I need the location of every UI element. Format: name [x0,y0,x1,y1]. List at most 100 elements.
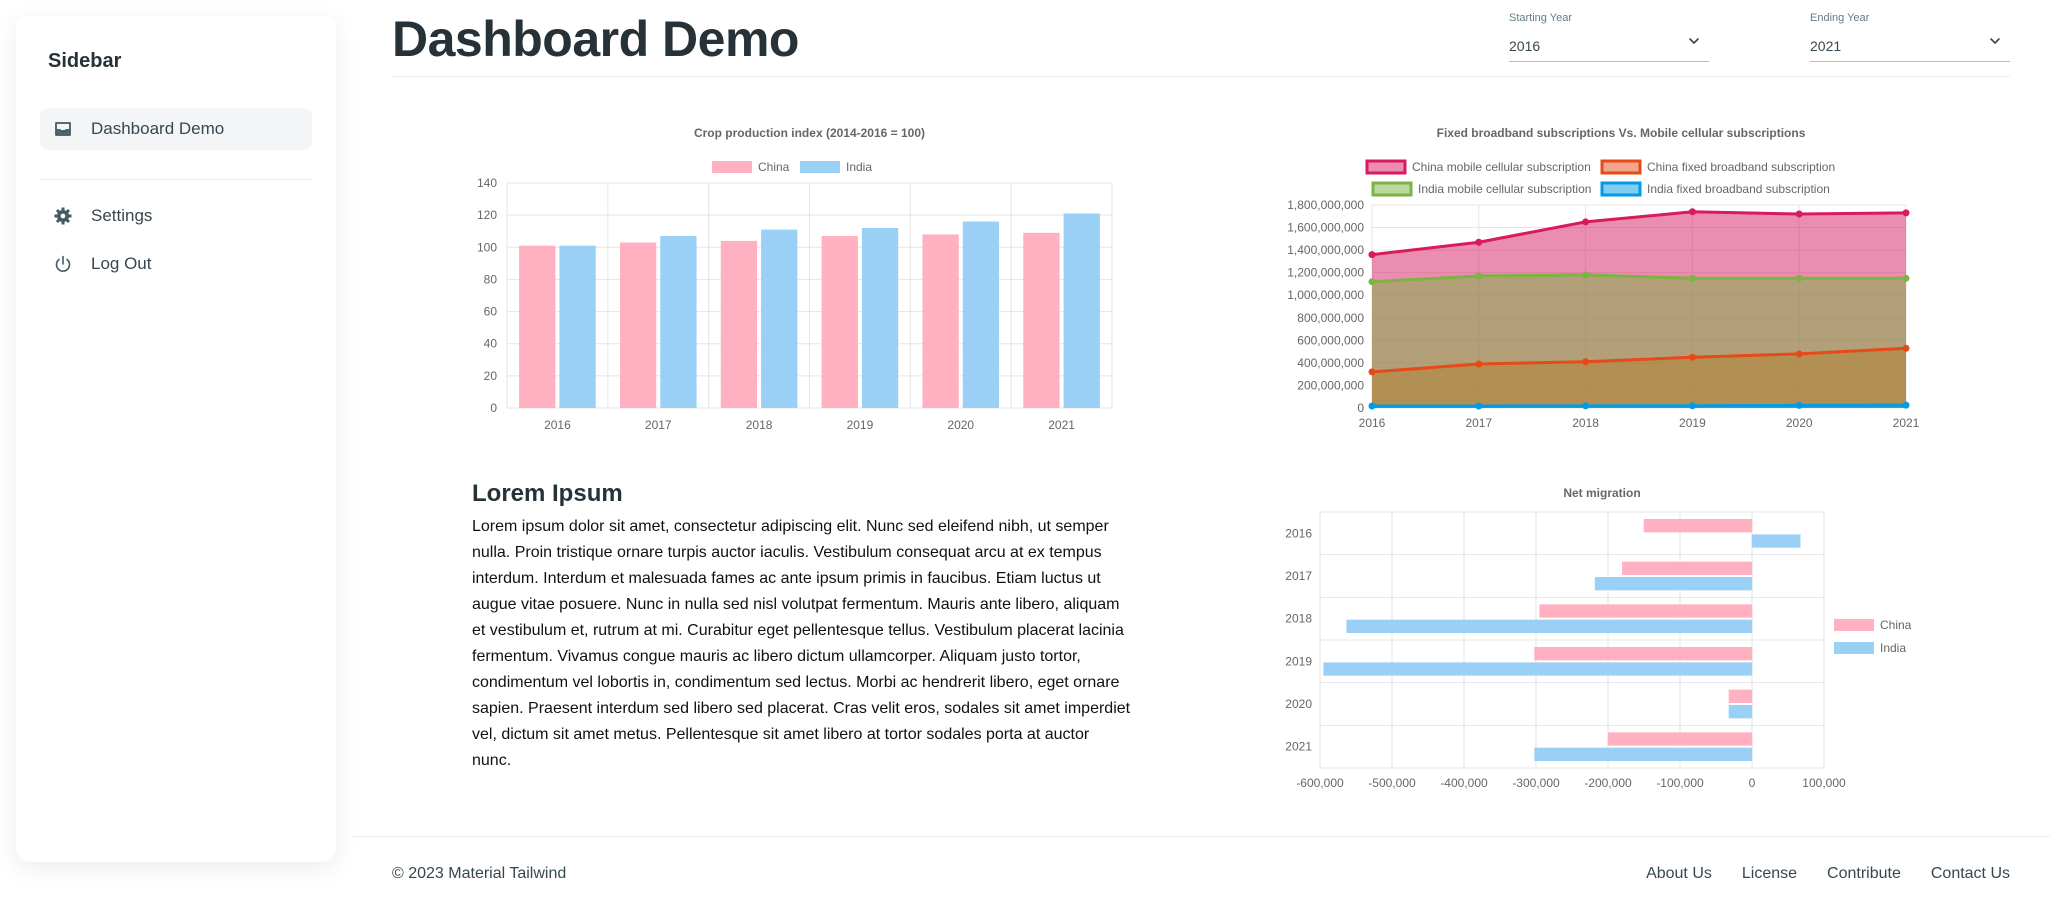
x-tick-label: 2020 [947,418,974,432]
crop-production-chart: Crop production index (2014-2016 = 100) C… [477,126,1113,432]
gear-icon [53,206,73,226]
starting-year-select[interactable]: Starting Year 2016 [1509,10,1709,62]
bar [1539,604,1753,618]
footer-link-license[interactable]: License [1742,865,1797,883]
y-tick-label: 40 [484,337,498,351]
y-tick-label: 0 [1357,401,1364,415]
bar [821,236,858,408]
bar [1607,732,1753,746]
y-tick-label: 2020 [1285,697,1312,711]
data-point [1368,402,1376,410]
y-tick-label: 1,200,000,000 [1287,266,1364,280]
x-tick-label: -200,000 [1584,776,1632,790]
data-point [1582,358,1590,366]
x-tick-label: 2021 [1048,418,1075,432]
bar [720,240,758,408]
ending-year-select[interactable]: Ending Year 2021 [1810,10,2010,62]
legend-label: China [758,160,790,174]
bar [1643,519,1753,533]
sidebar-item-label: Settings [91,206,153,225]
starting-year-label: Starting Year [1509,12,1572,24]
x-tick-label: 0 [1749,776,1756,790]
sidebar-item-log-out[interactable]: Log Out [40,243,312,285]
footer-link-contact-us[interactable]: Contact Us [1931,865,2010,883]
x-tick-label: 100,000 [1802,776,1846,790]
x-tick-label: -100,000 [1656,776,1704,790]
x-tick-label: -300,000 [1512,776,1560,790]
sidebar: Sidebar Dashboard Demo Settings Log Out [16,16,336,862]
legend-label: India [846,160,872,174]
bar [619,242,657,408]
y-tick-label: 2017 [1285,569,1312,583]
bar [1728,705,1753,719]
data-point [1688,353,1696,361]
bar [1751,534,1801,548]
bar [1346,619,1753,633]
x-tick-label: 2019 [847,418,874,432]
copyright: © 2023 Material Tailwind [392,865,567,882]
x-tick-label: 2021 [1893,416,1920,430]
bar [559,245,596,408]
data-point [1582,402,1590,410]
footer-link-about-us[interactable]: About Us [1646,865,1712,883]
data-point [1582,218,1590,226]
x-tick-label: 2018 [746,418,773,432]
data-point [1688,274,1696,282]
data-point [1902,401,1910,409]
data-point [1795,274,1803,282]
x-tick-label: 2017 [645,418,672,432]
y-tick-label: 1,000,000,000 [1287,288,1364,302]
y-tick-label: 2016 [1285,526,1312,540]
inbox-icon [53,119,73,139]
y-tick-label: 1,400,000,000 [1287,243,1364,257]
data-point [1688,208,1696,216]
data-point [1368,368,1376,376]
page-title: Dashboard Demo [392,11,799,67]
header: Dashboard Demo Starting Year 2016 Ending… [392,0,2010,77]
legend-swatch [1834,642,1874,654]
data-point [1795,350,1803,358]
legend-swatch [1371,181,1413,197]
ending-year-value: 2021 [1810,38,1842,54]
legend-swatch [1365,159,1407,175]
x-tick-label: 2018 [1572,416,1599,430]
legend-label: China mobile cellular subscription [1412,160,1591,174]
bar [660,236,697,408]
legend-swatch [1600,159,1642,175]
x-tick-label: -600,000 [1296,776,1344,790]
legend-label: China [1880,618,1912,632]
data-point [1688,402,1696,410]
data-point [1795,210,1803,218]
legend-swatch [1600,181,1642,197]
x-tick-label: 2020 [1786,416,1813,430]
data-point [1475,402,1483,410]
footer: © 2023 Material Tailwind About Us Licens… [352,836,2050,912]
lorem-section: Lorem Ipsum Lorem ipsum dolor sit amet, … [472,480,1132,774]
series-line [1372,403,1907,408]
sidebar-item-dashboard-demo[interactable]: Dashboard Demo [40,108,312,150]
sidebar-item-settings[interactable]: Settings [40,195,312,237]
y-tick-label: 2019 [1285,654,1312,668]
footer-link-contribute[interactable]: Contribute [1827,865,1901,883]
data-point [1795,401,1803,409]
x-tick-label: -500,000 [1368,776,1416,790]
y-tick-label: 2021 [1285,740,1312,754]
y-tick-label: 600,000,000 [1297,333,1364,347]
legend-label: India [1880,641,1906,655]
chart-title: Fixed broadband subscriptions Vs. Mobile… [1437,126,1806,140]
chevron-down-icon [1689,38,1699,45]
sidebar-item-label: Dashboard Demo [91,119,225,138]
y-tick-label: 1,800,000,000 [1287,198,1364,212]
data-point [1475,238,1483,246]
bar [1023,232,1060,408]
sidebar-divider [40,179,312,180]
data-point [1475,272,1483,280]
x-tick-label: 2017 [1465,416,1492,430]
y-tick-label: 200,000,000 [1297,378,1364,392]
y-tick-label: 1,600,000,000 [1287,221,1364,235]
y-tick-label: 400,000,000 [1297,356,1364,370]
ending-year-label: Ending Year [1810,12,1870,24]
chart-title: Crop production index (2014-2016 = 100) [694,126,925,140]
data-point [1368,278,1376,286]
bar [519,245,556,408]
